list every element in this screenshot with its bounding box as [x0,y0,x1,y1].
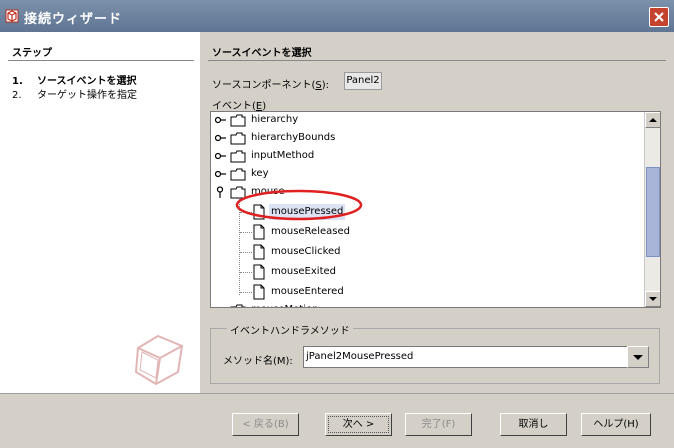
tree-node-mousereleased[interactable]: mouseReleased [211,223,641,241]
next-button[interactable]: 次へ > [325,413,392,436]
tree-node-hierarchy[interactable]: hierarchy [211,112,641,129]
close-icon [654,12,664,22]
folder-icon [230,150,246,163]
file-icon [253,284,265,300]
tree-node-hierarchybounds[interactable]: hierarchyBounds [211,129,641,147]
tree-node-mouseentered[interactable]: mouseEntered [211,283,641,301]
step-label: ターゲット操作を指定 [37,90,137,101]
step-1: 1. ソースイベントを選択 [12,76,137,87]
step-2: 2. ターゲット操作を指定 [12,90,137,101]
steps-header: ステップ [12,48,52,59]
tree-node-mousemotion[interactable]: mouseMotion [211,301,641,308]
highlight-ellipse-annotation [235,189,363,221]
file-icon [253,224,265,240]
expand-handle-icon[interactable] [215,305,227,308]
file-icon [253,244,265,260]
connection-wizard-window: 接続ウィザード ステップ 1. ソースイベントを選択 2. ターゲット操作を指定 ソ… [0,0,674,448]
event-label: イベント(E) [212,101,267,112]
finish-button[interactable]: 完了(F) [405,413,472,436]
event-handler-group: イベントハンドラメソッド メソッド名(M): jPanel2MousePress… [210,322,660,384]
steps-divider [8,60,194,61]
cube-logo-icon [134,334,184,386]
method-name-label: メソッド名(M): [223,356,293,367]
tree-node-mouseexited[interactable]: mouseExited [211,263,641,281]
event-tree[interactable]: hierarchy hierarchyBounds inputMethod ke… [210,111,661,308]
folder-icon [230,304,246,307]
method-name-input[interactable]: jPanel2MousePressed [303,346,629,368]
chevron-down-icon [633,355,643,360]
folder-icon [230,168,246,181]
steps-panel: ステップ 1. ソースイベントを選択 2. ターゲット操作を指定 [0,32,200,393]
page-title: ソースイベントを選択 [212,48,312,59]
scroll-thumb[interactable] [646,167,660,257]
close-button[interactable] [649,7,669,27]
tree-scrollbar[interactable] [644,112,660,307]
tree-node-mouseclicked[interactable]: mouseClicked [211,243,641,261]
expand-handle-icon[interactable] [215,151,227,161]
help-button[interactable]: ヘルプ(H) [581,413,651,436]
app-icon [5,9,19,23]
arrow-down-icon [649,297,657,301]
window-title: 接続ウィザード [24,12,123,27]
back-button[interactable]: < 戻る(B) [232,413,299,436]
tree-node-key[interactable]: key [211,165,641,183]
file-icon [253,264,265,280]
expand-handle-icon[interactable] [215,115,227,125]
footer-divider [0,393,674,394]
source-component-value: Panel2 [344,72,382,90]
folder-icon [230,132,246,145]
folder-icon [230,114,246,127]
group-title: イベントハンドラメソッド [227,322,353,337]
source-component-label: ソースコンポーネント(S): [212,80,330,91]
collapse-handle-icon[interactable] [215,186,225,199]
scroll-down-button[interactable] [645,291,660,307]
cancel-button[interactable]: 取消し [500,413,567,436]
content-panel: ソースイベントを選択 ソースコンポーネント(S): Panel2 イベント(E)… [200,32,674,393]
tree-node-inputmethod[interactable]: inputMethod [211,147,641,165]
method-dropdown-button[interactable] [627,346,649,368]
scroll-up-button[interactable] [645,112,660,128]
arrow-up-icon [649,118,657,122]
expand-handle-icon[interactable] [215,133,227,143]
expand-handle-icon[interactable] [215,169,227,179]
title-bar: 接続ウィザード [0,0,674,32]
title-divider [208,60,666,61]
